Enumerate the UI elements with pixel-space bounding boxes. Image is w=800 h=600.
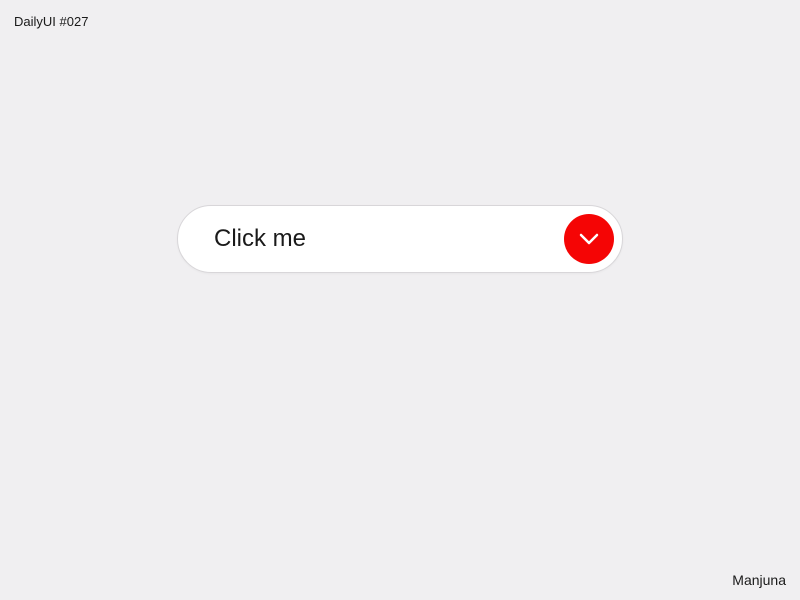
dropdown-select[interactable]: Click me — [177, 205, 623, 273]
chevron-down-icon — [579, 233, 599, 245]
dropdown-toggle-button[interactable] — [564, 214, 614, 264]
author-label: Manjuna — [732, 572, 786, 588]
dropdown-label: Click me — [214, 225, 306, 253]
page-title: DailyUI #027 — [14, 14, 88, 29]
